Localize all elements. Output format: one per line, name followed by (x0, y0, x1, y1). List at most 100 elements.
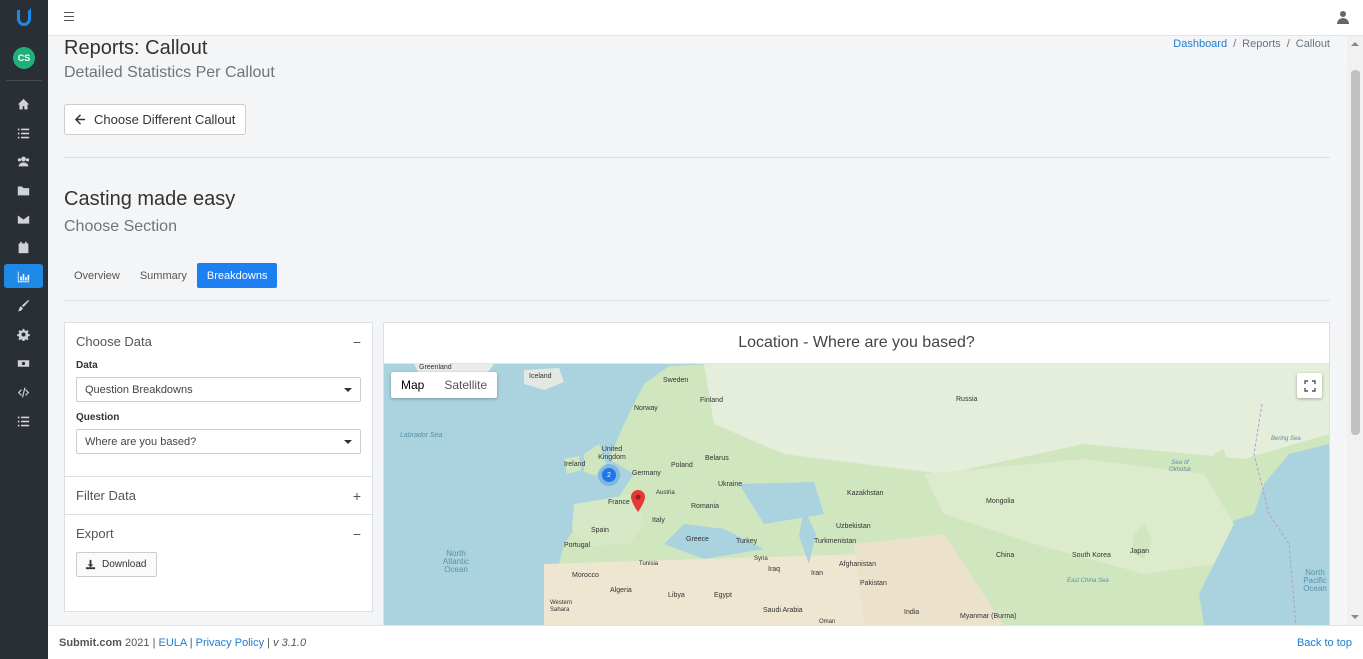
map-label: Belarus (705, 455, 729, 462)
map-label: Iran (811, 570, 824, 577)
map-label: Afghanistan (839, 561, 876, 568)
export-header[interactable]: Export − (65, 515, 372, 552)
data-select-value: Question Breakdowns (85, 383, 193, 396)
callout-subtitle: Choose Section (64, 218, 177, 235)
sidebar-item-reports[interactable] (4, 264, 43, 288)
map-title: Location - Where are you based? (384, 323, 1329, 364)
filter-data-header[interactable]: Filter Data + (65, 477, 372, 514)
users-icon (17, 156, 30, 166)
caret-down-icon (344, 387, 352, 392)
download-button[interactable]: Download (76, 552, 157, 577)
map-label: Russia (956, 396, 978, 403)
footer-separator: | (189, 636, 193, 649)
money-icon (17, 359, 30, 367)
map-label: Syria (754, 556, 768, 562)
data-label: Data (76, 360, 98, 371)
map-label: Egypt (714, 592, 732, 599)
map-label: Mongolia (986, 498, 1015, 505)
scroll-thumb[interactable] (1351, 70, 1360, 435)
page-subtitle: Detailed Statistics Per Callout (64, 64, 275, 81)
version: v 3.1.0 (273, 636, 307, 649)
sidebar-item-list[interactable] (4, 121, 43, 145)
sidebar-item-folder[interactable] (4, 178, 43, 202)
data-select[interactable]: Question Breakdowns (76, 377, 361, 402)
map-label: Italy (652, 517, 665, 524)
filter-data-section: Filter Data + (65, 476, 372, 514)
map-type-satellite[interactable]: Satellite (434, 372, 497, 398)
footer: Submit.com 2021 | EULA | Privacy Policy … (48, 625, 1363, 659)
hamburger-menu-icon[interactable] (64, 12, 74, 21)
question-select-value: Where are you based? (85, 435, 197, 448)
breadcrumb-separator: / (1233, 38, 1237, 50)
question-label: Question (76, 412, 120, 423)
top-bar (48, 0, 1363, 36)
map-label: Japan (1130, 548, 1150, 555)
sidebar-item-brush[interactable] (4, 293, 43, 317)
map-label: Algeria (610, 587, 632, 594)
mail-icon (17, 214, 30, 224)
expand-icon[interactable]: + (353, 488, 361, 504)
map-label: Pakistan (860, 580, 887, 587)
sidebar-item-mail[interactable] (4, 207, 43, 231)
map-label: Austria (656, 490, 675, 496)
avatar[interactable]: CS (13, 47, 35, 69)
tab-overview[interactable]: Overview (64, 263, 130, 288)
collapse-icon[interactable]: − (353, 334, 361, 350)
back-to-top-link[interactable]: Back to top (1297, 637, 1352, 649)
sidebar-divider (6, 80, 42, 81)
privacy-policy-link[interactable]: Privacy Policy (196, 637, 264, 649)
footer-brand: Submit.com (59, 636, 122, 649)
sidebar-item-code[interactable] (4, 380, 43, 404)
map-label: North Pacific Ocean (1303, 568, 1327, 593)
marker-cluster[interactable]: 2 (598, 464, 620, 486)
footer-separator: | (267, 636, 270, 649)
tab-breakdowns[interactable]: Breakdowns (196, 263, 278, 288)
map-label: North Atlantic Ocean (442, 549, 470, 574)
fullscreen-icon (1303, 379, 1316, 392)
sidebar-item-list-alt[interactable] (4, 409, 43, 433)
export-section: Export − Download (65, 514, 372, 577)
breadcrumb-separator: / (1286, 38, 1290, 50)
collapse-icon[interactable]: − (353, 526, 361, 542)
sidebar-item-calendar[interactable] (4, 235, 43, 259)
sidebar-item-billing[interactable] (4, 351, 43, 375)
map-label: Norway (634, 405, 658, 412)
sidebar-item-settings[interactable] (4, 322, 43, 346)
user-icon[interactable] (1337, 10, 1349, 24)
scroll-down-icon[interactable] (1351, 615, 1359, 619)
map-label: Finland (700, 397, 723, 404)
map-label: Libya (668, 592, 685, 599)
sidebar-item-home[interactable] (4, 92, 43, 116)
map-label: India (904, 609, 920, 616)
map-label: Saudi Arabia (763, 607, 803, 614)
arrow-left-icon (75, 114, 86, 125)
tab-summary[interactable]: Summary (130, 263, 197, 288)
question-select[interactable]: Where are you based? (76, 429, 361, 454)
breadcrumb-dashboard[interactable]: Dashboard (1173, 38, 1227, 50)
back-button-label: Choose Different Callout (94, 112, 236, 127)
scroll-up-icon[interactable] (1351, 42, 1359, 46)
map-label: Labrador Sea (400, 432, 443, 439)
page-scrollbar[interactable] (1347, 36, 1363, 625)
map-label: Iraq (768, 566, 781, 573)
breadcrumb-callout: Callout (1295, 38, 1330, 50)
choose-data-header[interactable]: Choose Data − (65, 323, 372, 360)
filter-data-title: Filter Data (76, 488, 136, 503)
map-label: Bering Sea (1271, 436, 1301, 442)
sidebar-item-users[interactable] (4, 149, 43, 173)
cluster-count: 2 (602, 468, 616, 482)
divider (64, 300, 1330, 301)
eula-link[interactable]: EULA (158, 637, 186, 649)
choose-different-callout-button[interactable]: Choose Different Callout (64, 104, 247, 135)
calendar-icon (18, 241, 29, 253)
map-type-map[interactable]: Map (391, 372, 434, 398)
map-label: Turkey (736, 538, 758, 545)
choose-data-title: Choose Data (76, 334, 152, 349)
map-pin-icon[interactable] (631, 490, 645, 512)
callout-title: Casting made easy (64, 188, 236, 210)
submit-logo-icon[interactable] (12, 6, 36, 28)
home-icon (17, 98, 30, 109)
map-label: Sea of Okhotsk (1168, 460, 1191, 473)
fullscreen-button[interactable] (1297, 373, 1322, 398)
map-view[interactable]: Map Satellite Greenland Iceland Sweden F… (384, 364, 1329, 625)
